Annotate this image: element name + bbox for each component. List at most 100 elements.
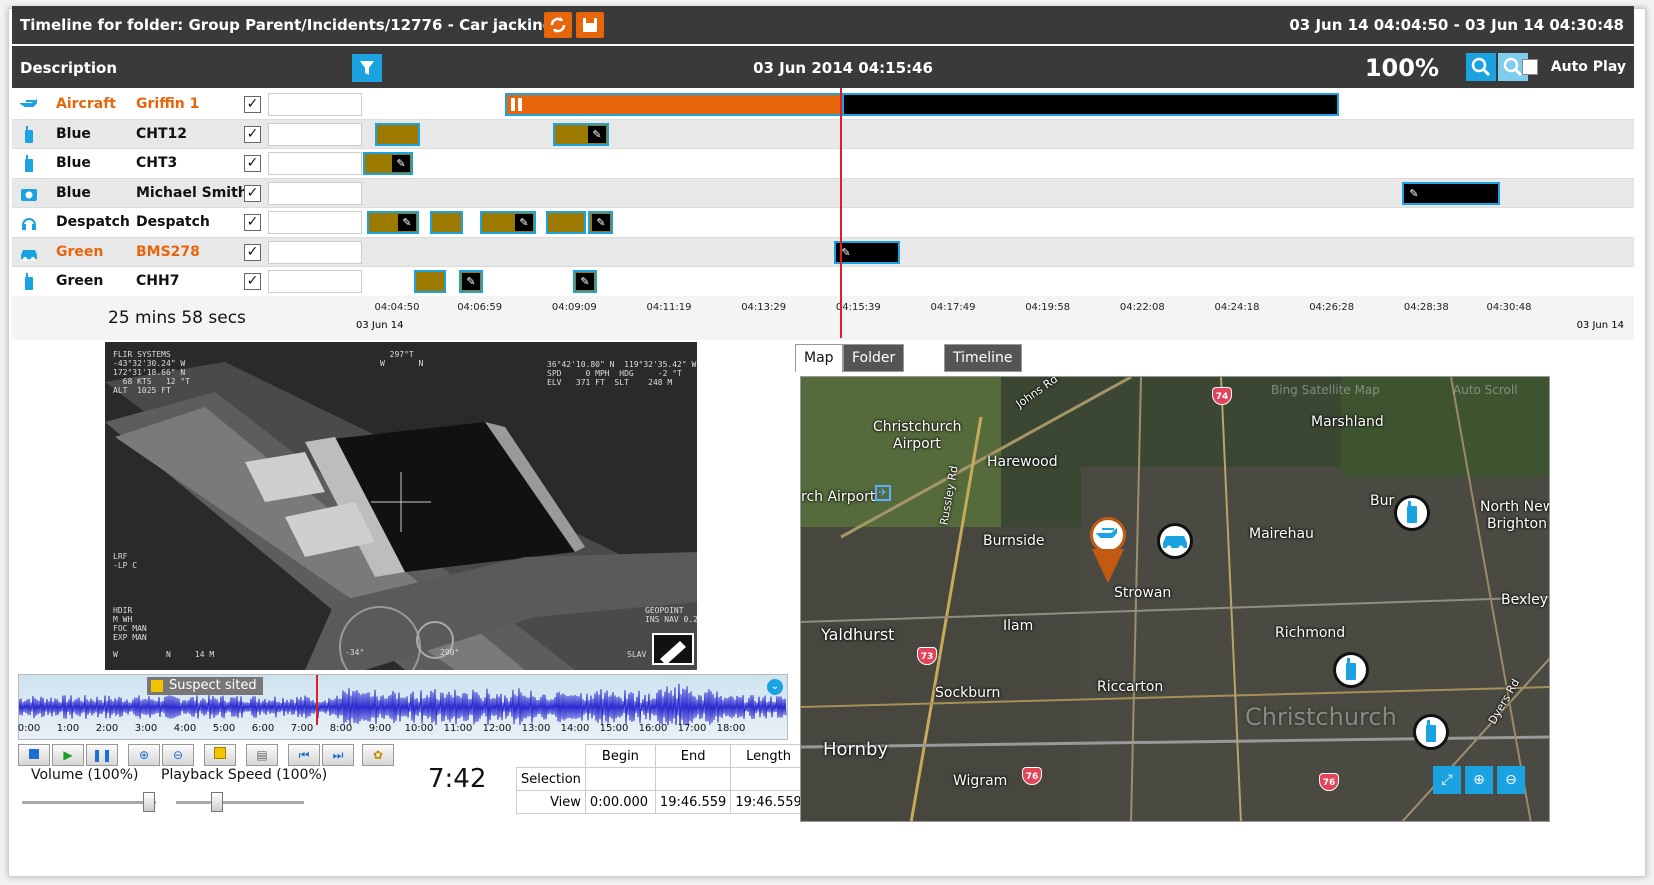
timeline-segment[interactable]: ✎	[553, 122, 609, 146]
timeline-segment[interactable]: ✎	[588, 211, 613, 234]
timeline-segment[interactable]: ✎	[459, 270, 483, 293]
row-visible-checkbox[interactable]: ✓	[244, 155, 261, 172]
row-visible-checkbox[interactable]: ✓	[244, 184, 261, 202]
timeline-segment[interactable]: ✎	[573, 270, 597, 293]
tab-timeline[interactable]: Timeline	[944, 344, 1022, 372]
row-text-field[interactable]	[268, 93, 362, 116]
radio-map-marker[interactable]	[1333, 652, 1369, 688]
row-text-field[interactable]	[268, 270, 362, 293]
fit-to-extent-button[interactable]: ⤢	[1433, 766, 1461, 794]
volume-slider-thumb[interactable]	[143, 792, 155, 812]
map-label: Airport	[893, 436, 941, 452]
row-text-field[interactable]	[268, 181, 362, 205]
edit-icon: ✎	[1405, 184, 1423, 202]
tab-map[interactable]: Map	[795, 344, 843, 372]
row-text-field[interactable]	[268, 152, 362, 175]
refresh-button[interactable]	[544, 12, 572, 38]
auto-scroll-toggle[interactable]: Auto Scroll	[1453, 383, 1549, 403]
timeline-segment[interactable]	[375, 122, 420, 146]
playhead-line[interactable]	[840, 88, 842, 338]
row-text-field[interactable]	[268, 122, 362, 146]
timeline-segment[interactable]	[414, 270, 446, 293]
timeline-segment[interactable]	[430, 211, 463, 234]
table-cell: 19:46.559	[730, 790, 807, 814]
radio-icon	[1346, 658, 1356, 680]
chevron-down-icon[interactable]: ⌄	[767, 679, 783, 695]
timeline-segment[interactable]: ✎	[834, 240, 900, 264]
zoom-out-audio-button[interactable]: ⊖	[162, 744, 194, 766]
map-type-dropdown[interactable]: Bing Satellite Map	[1271, 383, 1441, 403]
timeline-segment[interactable]: ✎	[480, 211, 536, 234]
add-marker-button[interactable]	[204, 744, 236, 766]
timeline-row: Blue Michael Smith ✓ ✎	[12, 178, 1634, 208]
row-visible-checkbox[interactable]: ✓	[244, 273, 261, 290]
row-visible-checkbox[interactable]: ✓	[244, 214, 261, 231]
audio-playhead[interactable]	[316, 675, 318, 725]
edit-icon: ✎	[392, 155, 410, 172]
row-group: Despatch	[56, 214, 130, 230]
radio-map-marker[interactable]	[1394, 495, 1430, 531]
settings-button[interactable]: ✿	[362, 744, 394, 766]
export-button[interactable]: ▤	[246, 744, 278, 766]
aircraft-map-marker[interactable]	[1090, 517, 1126, 553]
row-name: CHT12	[136, 125, 188, 142]
map-label: Yaldhurst	[821, 625, 895, 644]
skip-end-button[interactable]: ⏭	[322, 744, 354, 766]
timeline-segment[interactable]	[505, 93, 842, 116]
audio-time-label: 12:00	[482, 723, 512, 734]
row-text-field[interactable]	[268, 240, 362, 264]
marker-icon	[151, 680, 163, 692]
car-icon	[21, 249, 37, 261]
timeline-segment[interactable]: ✎	[1402, 181, 1500, 205]
row-name: Griffin 1	[136, 96, 200, 112]
audio-time-label: 1:00	[56, 723, 80, 734]
speed-slider-thumb[interactable]	[211, 792, 223, 812]
row-visible-checkbox[interactable]: ✓	[244, 96, 261, 113]
airport-icon: ✈	[875, 485, 891, 501]
audio-time-label: 10:00	[404, 723, 434, 734]
row-visible-checkbox[interactable]: ✓	[244, 243, 261, 261]
map-view[interactable]: Christchurch Airport Harewood Marshland …	[800, 376, 1550, 822]
save-button[interactable]	[576, 12, 604, 38]
radio-map-marker[interactable]	[1413, 714, 1449, 750]
volume-slider-track[interactable]	[22, 801, 156, 804]
row-text-field[interactable]	[268, 211, 362, 234]
zoom-in-icon: ⊕	[138, 748, 150, 762]
edit-video-icon[interactable]	[656, 637, 690, 663]
video-overlay-scale: W N 14 M	[113, 650, 215, 659]
table-header: End	[654, 744, 732, 768]
video-overlay-angle-left: -34°	[345, 648, 365, 657]
zoom-in-audio-button[interactable]: ⊕	[128, 744, 160, 766]
speed-slider-track[interactable]	[176, 801, 304, 804]
stop-button[interactable]	[18, 744, 50, 766]
pause-button[interactable]: ❚❚	[86, 744, 118, 766]
row-visible-checkbox[interactable]: ✓	[244, 125, 261, 143]
car-map-marker[interactable]	[1157, 523, 1193, 559]
audio-marker[interactable]: Suspect sited	[147, 677, 263, 695]
audio-waveform[interactable]: Suspect sited ⌄ 0:00 1:00 2:00 3:00 4:00 5:00…	[18, 674, 788, 740]
video-overlay-left: LRF -LP C	[113, 552, 138, 570]
skip-start-button[interactable]: ⏮	[288, 744, 320, 766]
map-zoom-out-button[interactable]: ⊖	[1497, 766, 1525, 794]
row-group: Blue	[56, 155, 91, 171]
audio-time-label: 7:00	[290, 723, 314, 734]
map-zoom-in-button[interactable]: ⊕	[1465, 766, 1493, 794]
timeline-row: Green BMS278 ✓ ✎	[12, 237, 1634, 267]
timeline-segment[interactable]	[546, 211, 586, 234]
autoplay-checkbox[interactable]	[1522, 59, 1538, 75]
timeline-segment[interactable]: ✎	[363, 152, 413, 175]
audio-time-label: 18:00	[716, 723, 746, 734]
timeline-segment[interactable]	[842, 93, 1339, 116]
play-button[interactable]: ▶	[52, 744, 84, 766]
zoom-in-button[interactable]	[1466, 53, 1496, 81]
map-label: Richmond	[1275, 625, 1346, 641]
map-label: Bur	[1370, 493, 1395, 509]
play-icon: ▶	[63, 748, 73, 762]
timeline-segment[interactable]: ✎	[367, 211, 419, 234]
timeline-row: Blue CHT3 ✓ ✎	[12, 149, 1634, 179]
timeline-duration: 25 mins 58 secs	[108, 308, 246, 328]
video-player[interactable]: FLIR SYSTEMS -43°32'30.24" W 172°31'18.6…	[105, 342, 697, 670]
tab-folder-notes[interactable]: Folder Notes	[843, 344, 905, 392]
zoom-level: 100%	[1364, 54, 1439, 82]
playback-speed-label: Playback Speed (100%)	[161, 767, 328, 783]
